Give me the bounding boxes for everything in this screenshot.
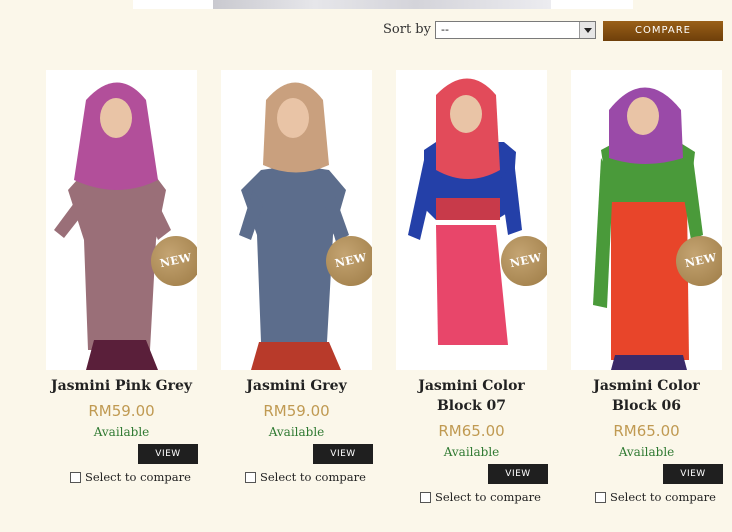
product-card: NEW Jasmini Pink Grey RM59.00 Available … <box>46 70 221 484</box>
product-availability: Available <box>618 445 675 459</box>
view-button[interactable]: VIEW <box>138 444 198 464</box>
compare-label: Select to compare <box>260 470 366 484</box>
select-to-compare[interactable]: Select to compare <box>420 490 571 504</box>
product-card: NEW Jasmini Color Block 07 RM65.00 Avail… <box>396 70 571 504</box>
compare-checkbox[interactable] <box>70 471 81 483</box>
sort-select[interactable]: -- <box>435 21 596 39</box>
product-figure <box>571 70 722 370</box>
product-name[interactable]: Jasmini Grey <box>221 376 372 396</box>
compare-label: Select to compare <box>610 490 716 504</box>
compare-button[interactable]: COMPARE <box>603 21 723 41</box>
product-availability: Available <box>268 425 325 439</box>
product-photo[interactable]: NEW <box>571 70 722 370</box>
product-price: RM59.00 <box>88 402 155 420</box>
select-to-compare[interactable]: Select to compare <box>70 470 221 484</box>
top-banner <box>133 0 633 9</box>
product-figure <box>396 70 547 370</box>
product-figure <box>221 70 372 370</box>
product-price: RM59.00 <box>263 402 330 420</box>
product-name[interactable]: Jasmini Pink Grey <box>46 376 197 396</box>
product-photo[interactable]: NEW <box>46 70 197 370</box>
product-price: RM65.00 <box>613 422 680 440</box>
view-button[interactable]: VIEW <box>488 464 548 484</box>
chevron-down-icon[interactable] <box>579 22 595 38</box>
sort-label: Sort by <box>383 22 431 37</box>
select-to-compare[interactable]: Select to compare <box>595 490 732 504</box>
product-figure <box>46 70 197 370</box>
product-availability: Available <box>443 445 500 459</box>
sort-selected-value: -- <box>441 23 449 36</box>
view-button[interactable]: VIEW <box>313 444 373 464</box>
compare-checkbox[interactable] <box>420 491 431 503</box>
view-button[interactable]: VIEW <box>663 464 723 484</box>
select-to-compare[interactable]: Select to compare <box>245 470 396 484</box>
product-card: NEW Jasmini Color Block 06 RM65.00 Avail… <box>571 70 732 504</box>
compare-checkbox[interactable] <box>595 491 606 503</box>
product-name[interactable]: Jasmini Color Block 06 <box>571 376 722 416</box>
product-name[interactable]: Jasmini Color Block 07 <box>396 376 547 416</box>
compare-checkbox[interactable] <box>245 471 256 483</box>
product-photo[interactable]: NEW <box>396 70 547 370</box>
product-availability: Available <box>93 425 150 439</box>
product-photo[interactable]: NEW <box>221 70 372 370</box>
compare-label: Select to compare <box>85 470 191 484</box>
product-price: RM65.00 <box>438 422 505 440</box>
product-card: NEW Jasmini Grey RM59.00 Available VIEW … <box>221 70 396 484</box>
compare-label: Select to compare <box>435 490 541 504</box>
banner-image[interactable] <box>213 0 551 9</box>
